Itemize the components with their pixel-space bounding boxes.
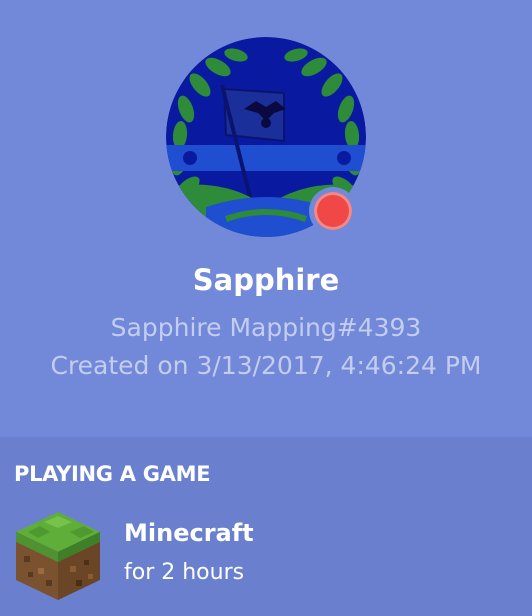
activity-section: PLAYING A GAME Minecraft for 2 hours: [0, 437, 532, 616]
grass-block-icon: [16, 512, 100, 600]
game-duration: for 2 hours: [124, 560, 245, 585]
account-created: Created on 3/13/2017, 4:46:24 PM: [50, 351, 482, 380]
avatar-wrapper: [166, 37, 366, 237]
status-indicator: [309, 187, 357, 235]
profile-header: Sapphire Sapphire Mapping#4393 Created o…: [0, 0, 532, 437]
activity-heading: PLAYING A GAME: [14, 462, 211, 486]
dnd-status-icon: [314, 192, 352, 230]
user-tag: Sapphire Mapping#4393: [110, 313, 422, 342]
game-name: Minecraft: [124, 519, 254, 547]
username: Sapphire: [192, 263, 340, 297]
